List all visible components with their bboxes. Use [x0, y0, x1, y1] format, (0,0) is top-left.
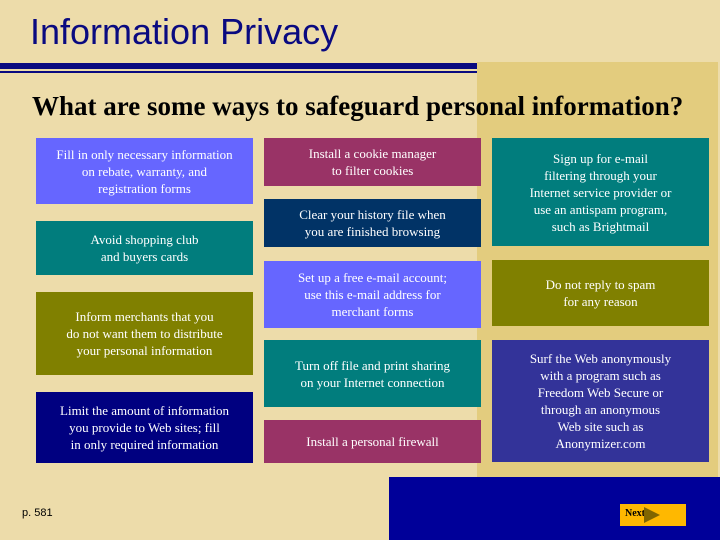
tip-box-right-3: Surf the Web anonymously with a program … [492, 340, 709, 462]
title-divider-thin [0, 71, 477, 73]
tip-text: Install a cookie manager to filter cooki… [308, 146, 437, 178]
tip-box-left-4: Limit the amount of information you prov… [36, 392, 253, 463]
tip-text: Set up a free e-mail account; use this e… [297, 270, 448, 319]
tip-box-right-2: Do not reply to spam for any reason [492, 260, 709, 326]
tip-box-middle-3: Set up a free e-mail account; use this e… [264, 261, 481, 328]
tip-text: Sign up for e-mail filtering through you… [529, 150, 672, 234]
title-divider-thick [0, 63, 477, 69]
tip-box-right-1: Sign up for e-mail filtering through you… [492, 138, 709, 246]
next-button[interactable]: Next [620, 504, 686, 526]
tip-text: Clear your history file when you are fin… [299, 207, 446, 239]
page-reference: p. 581 [22, 507, 53, 519]
tip-box-middle-1: Install a cookie manager to filter cooki… [264, 138, 481, 186]
tip-box-left-2: Avoid shopping club and buyers cards [36, 221, 253, 275]
tip-text: Limit the amount of information you prov… [60, 403, 229, 452]
slide-title: Information Privacy [30, 11, 339, 52]
slide-subtitle: What are some ways to safeguard personal… [32, 91, 684, 121]
tip-text: Fill in only necessary information on re… [56, 146, 233, 196]
next-label: Next [625, 508, 645, 519]
tip-box-left-1: Fill in only necessary information on re… [36, 138, 253, 204]
tip-box-middle-2: Clear your history file when you are fin… [264, 199, 481, 247]
tip-text: Inform merchants that you do not want th… [66, 309, 223, 358]
tip-text: Do not reply to spam for any reason [545, 277, 656, 309]
tip-text: Install a personal firewall [306, 434, 439, 449]
tip-box-middle-5: Install a personal firewall [264, 420, 481, 463]
play-arrow-icon [644, 507, 660, 523]
tip-text: Surf the Web anonymously with a program … [529, 351, 672, 451]
tip-box-middle-4: Turn off file and print sharing on your … [264, 340, 481, 407]
tip-text: Avoid shopping club and buyers cards [90, 232, 199, 264]
tip-box-left-3: Inform merchants that you do not want th… [36, 292, 253, 375]
tip-text: Turn off file and print sharing on your … [295, 357, 450, 390]
